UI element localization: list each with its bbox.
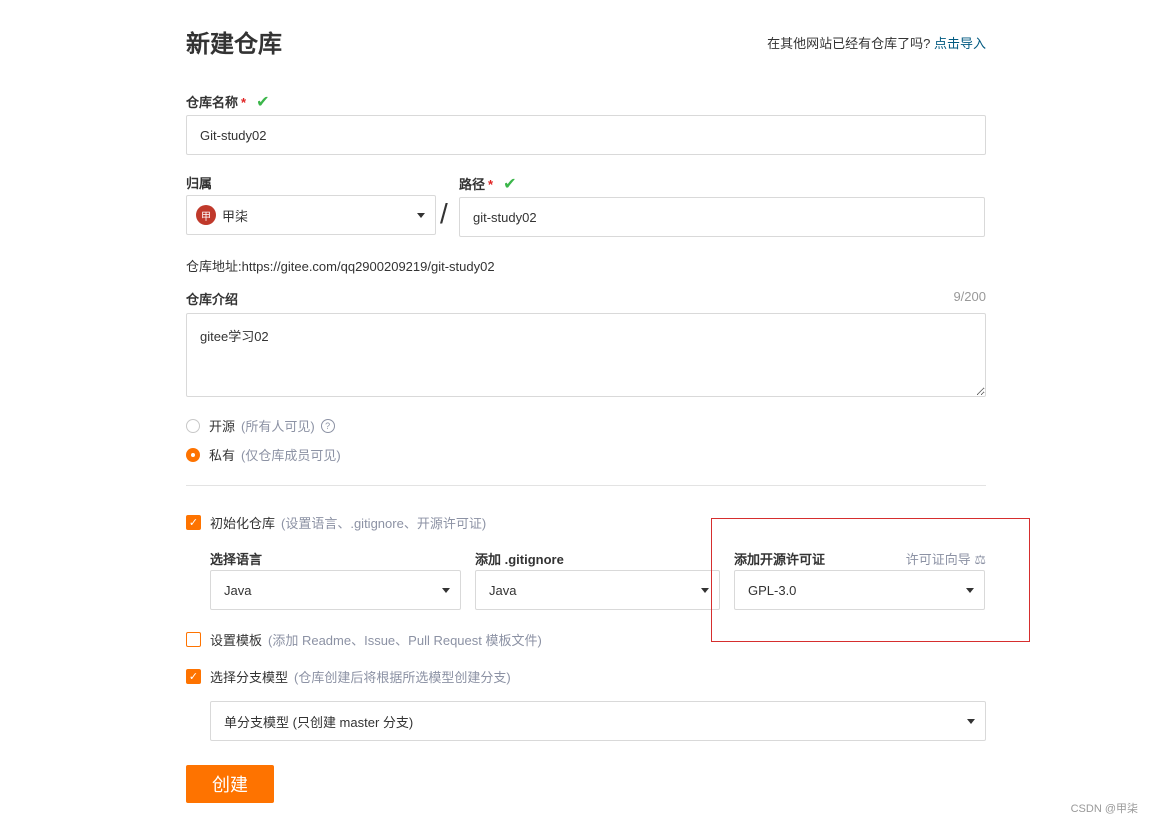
init-repo-hint: (设置语言、.gitignore、开源许可证) — [281, 516, 487, 531]
visibility-public-option[interactable]: 开源 (所有人可见) ? — [186, 416, 335, 435]
path-value: git-study02 — [473, 209, 537, 225]
chevron-down-icon — [417, 213, 425, 218]
gitignore-select[interactable]: Java — [475, 570, 720, 610]
branch-model-hint: (仓库创建后将根据所选模型创建分支) — [294, 670, 511, 685]
path-separator: / — [440, 198, 448, 229]
gitignore-value: Java — [489, 582, 517, 598]
page-title: 新建仓库 — [186, 31, 282, 58]
import-prompt: 在其他网站已经有仓库了吗? — [767, 36, 931, 51]
chevron-down-icon — [701, 588, 709, 593]
language-select[interactable]: Java — [210, 570, 461, 610]
private-label: 私有 — [209, 448, 236, 463]
path-input[interactable]: git-study02 — [459, 197, 985, 237]
template-option[interactable]: 设置模板 (添加 Readme、Issue、Pull Request 模板文件) — [186, 630, 542, 649]
branch-model-value: 单分支模型 (只创建 master 分支) — [224, 714, 414, 730]
visibility-private-option[interactable]: 私有 (仅仓库成员可见) — [186, 445, 341, 464]
help-icon[interactable]: ? — [320, 418, 335, 433]
language-label: 选择语言 — [210, 552, 263, 567]
repo-name-label: 仓库名称 * ✔ — [186, 92, 269, 112]
avatar: 甲 — [196, 205, 216, 225]
highlight-box — [711, 518, 1030, 642]
import-link[interactable]: 点击导入 — [934, 36, 986, 51]
public-hint: (所有人可见) — [241, 419, 315, 434]
template-checkbox[interactable] — [186, 632, 201, 647]
check-icon: ✔ — [256, 94, 270, 111]
divider — [186, 485, 986, 486]
init-repo-option[interactable]: ✓ 初始化仓库 (设置语言、.gitignore、开源许可证) — [186, 513, 486, 532]
chevron-down-icon — [967, 719, 975, 724]
import-hint: 在其他网站已经有仓库了吗? 点击导入 — [767, 33, 986, 52]
path-label: 路径 * ✔ — [459, 174, 516, 194]
description-label: 仓库介绍 — [186, 292, 239, 307]
create-button[interactable]: 创建 — [186, 765, 274, 803]
public-radio[interactable] — [186, 418, 200, 433]
chevron-down-icon — [442, 588, 450, 593]
gitignore-label: 添加 .gitignore — [475, 552, 564, 567]
init-repo-label: 初始化仓库 — [210, 516, 276, 531]
repo-name-input[interactable]: Git-study02 — [186, 115, 986, 155]
branch-model-checkbox[interactable]: ✓ — [186, 669, 201, 684]
watermark: CSDN @甲柒 — [1070, 803, 1138, 815]
repo-address: 仓库地址:https://gitee.com/qq2900209219/git-… — [186, 259, 495, 274]
branch-model-option[interactable]: ✓ 选择分支模型 (仓库创建后将根据所选模型创建分支) — [186, 667, 511, 686]
path-label-text: 路径 — [459, 177, 486, 192]
init-repo-checkbox[interactable]: ✓ — [186, 515, 201, 530]
language-value: Java — [224, 582, 252, 598]
branch-model-select[interactable]: 单分支模型 (只创建 master 分支) — [210, 701, 986, 741]
owner-value: 甲柒 — [222, 208, 249, 224]
description-textarea[interactable] — [186, 313, 986, 397]
branch-model-label: 选择分支模型 — [210, 670, 289, 685]
repo-name-value: Git-study02 — [200, 127, 267, 143]
required-mark: * — [241, 95, 247, 110]
required-mark: * — [488, 177, 494, 192]
check-icon: ✔ — [503, 176, 517, 193]
private-radio[interactable] — [186, 447, 200, 462]
template-label: 设置模板 — [210, 633, 263, 648]
owner-select[interactable]: 甲 甲柒 — [186, 195, 436, 235]
owner-label: 归属 — [186, 176, 213, 191]
description-counter: 9/200 — [953, 289, 986, 304]
repo-name-label-text: 仓库名称 — [186, 95, 239, 110]
public-label: 开源 — [209, 419, 236, 434]
private-hint: (仅仓库成员可见) — [241, 448, 341, 463]
template-hint: (添加 Readme、Issue、Pull Request 模板文件) — [268, 633, 542, 648]
